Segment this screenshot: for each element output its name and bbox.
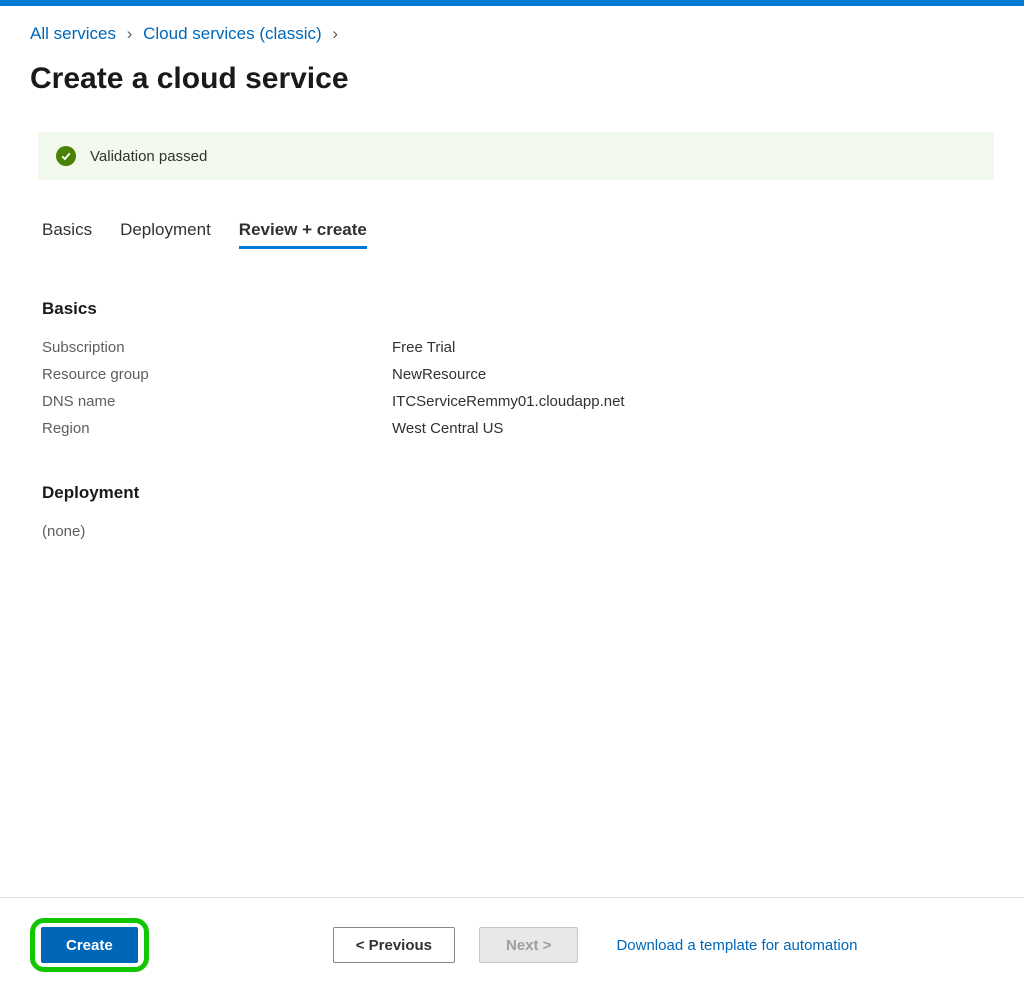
label-resource-group: Resource group xyxy=(42,366,392,383)
tab-review-create[interactable]: Review + create xyxy=(239,220,367,249)
value-subscription: Free Trial xyxy=(392,339,455,356)
label-dns-name: DNS name xyxy=(42,393,392,410)
breadcrumb-link-cloud-services[interactable]: Cloud services (classic) xyxy=(143,24,322,43)
label-subscription: Subscription xyxy=(42,339,392,356)
row-resource-group: Resource group NewResource xyxy=(42,366,994,383)
value-region: West Central US xyxy=(392,420,503,437)
value-dns-name: ITCServiceRemmy01.cloudapp.net xyxy=(392,393,625,410)
value-resource-group: NewResource xyxy=(392,366,486,383)
page-title: Create a cloud service xyxy=(30,62,994,96)
section-heading-deployment: Deployment xyxy=(42,483,994,503)
main-content: All services › Cloud services (classic) … xyxy=(0,6,1024,897)
row-subscription: Subscription Free Trial xyxy=(42,339,994,356)
create-button-highlight: Create xyxy=(30,918,149,972)
chevron-right-icon: › xyxy=(127,24,133,43)
validation-message: Validation passed xyxy=(90,148,207,165)
row-region: Region West Central US xyxy=(42,420,994,437)
download-template-link[interactable]: Download a template for automation xyxy=(616,937,857,954)
section-heading-basics: Basics xyxy=(42,299,994,319)
validation-banner: Validation passed xyxy=(38,132,994,180)
tabs: Basics Deployment Review + create xyxy=(42,220,994,249)
breadcrumb: All services › Cloud services (classic) … xyxy=(30,24,994,44)
breadcrumb-link-all-services[interactable]: All services xyxy=(30,24,116,43)
check-circle-icon xyxy=(56,146,76,166)
previous-button[interactable]: < Previous xyxy=(333,927,455,963)
next-button[interactable]: Next > xyxy=(479,927,578,963)
create-button[interactable]: Create xyxy=(41,927,138,963)
label-region: Region xyxy=(42,420,392,437)
footer: Create < Previous Next > Download a temp… xyxy=(0,897,1024,1002)
deployment-none-text: (none) xyxy=(42,523,994,540)
chevron-right-icon: › xyxy=(332,24,338,43)
tab-basics[interactable]: Basics xyxy=(42,220,92,249)
tab-deployment[interactable]: Deployment xyxy=(120,220,211,249)
row-dns-name: DNS name ITCServiceRemmy01.cloudapp.net xyxy=(42,393,994,410)
